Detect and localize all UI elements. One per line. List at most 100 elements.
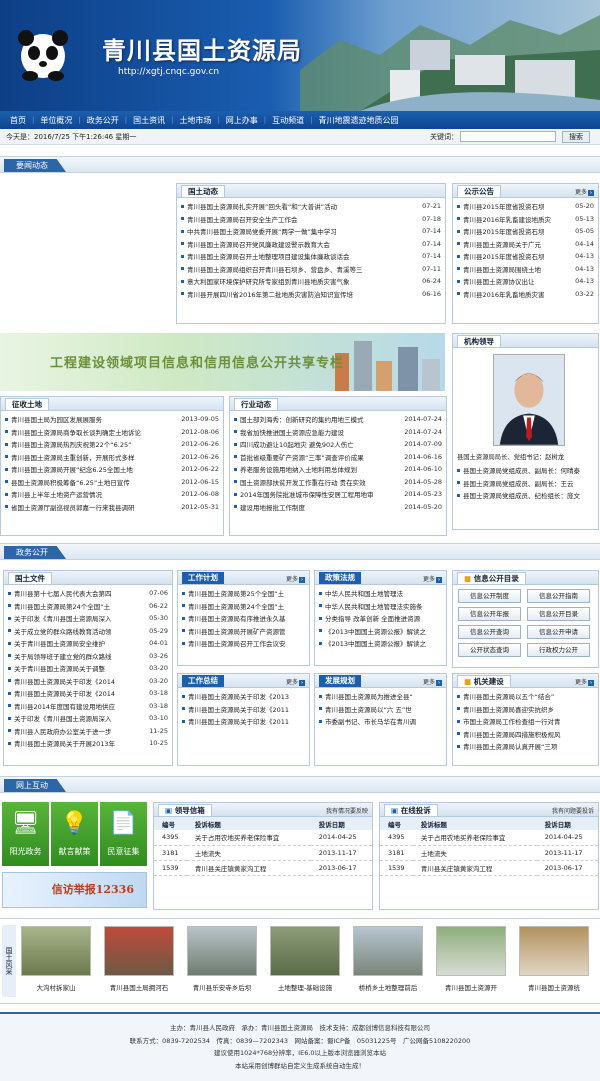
list-item[interactable]: 青川县国土资源局喜迎实抗织乡 [457, 703, 594, 716]
list-item[interactable]: 青川县国土资源局召开党风廉政建设警示教育大会 07-14 [181, 238, 441, 251]
list-item[interactable]: 青川县国土资源局主重创新，开展形式多样 2012-06-26 [5, 451, 219, 464]
notice-more-link[interactable]: 更多 › [575, 187, 594, 196]
opendir-button[interactable]: 公开状态查询 [458, 643, 521, 657]
list-item[interactable]: 青川县国土资源局开展矿产资源管 [182, 625, 305, 638]
list-item[interactable]: 县国土资源局党组成员、纪检组长：庞文 [457, 489, 596, 502]
list-item[interactable]: 《2013中国国土资源公报》解读之 [319, 637, 442, 650]
gallery-thumbnail[interactable] [104, 926, 174, 976]
list-item[interactable]: 青川县国土资源局组织召开青川县石坝乡、营盘乡、青溪等三 07-11 [181, 263, 441, 276]
develop-more-link[interactable]: 更多 › [423, 677, 442, 686]
opendir-button[interactable]: 信息公开查询 [458, 625, 521, 639]
list-item[interactable]: 青川县2015年度省投资石坝 05-20 [457, 200, 594, 213]
list-item[interactable]: 首批省级重要矿产资源“三率”调查评价成果 2014-06-16 [234, 451, 442, 464]
list-item[interactable]: 青川县国土资源局关于印发《2014 03-18 [8, 687, 168, 700]
list-item[interactable]: 青川县国土资源局扎实开展“回头看”和“大普讲”活动 07-21 [181, 200, 441, 213]
list-item[interactable]: 青川县国土资源局关于印发《2011 [182, 703, 305, 716]
list-item[interactable]: 县国土资源局党组成员、副局长：王云 [457, 477, 596, 490]
list-item[interactable]: 县国土资源局积极筹备“6.25”土地日宣传 2012-06-15 [5, 476, 219, 489]
list-item[interactable]: 青川县上半年土地资产运营情况 2012-06-08 [5, 488, 219, 501]
list-item[interactable]: 青川县国土资源局以“六 五”世 [319, 703, 442, 716]
list-item[interactable]: 关于青川县国土资源局关于调整 03-20 [8, 662, 168, 675]
tile-advice[interactable]: 💡 献言献策 [51, 802, 98, 866]
list-item[interactable]: 意大利国家环境保护研究所专家组到青川县地质灾害气象 06-24 [181, 275, 441, 288]
list-item[interactable]: 青川县国土资源局热烈庆祝第22个“6.25” 2012-06-26 [5, 438, 219, 451]
gallery-caption[interactable]: 青川县国土资源统 [516, 982, 592, 992]
project-banner[interactable]: 工程建设领域项目信息和信用信息公开共享专栏 [0, 333, 445, 391]
opendir-button[interactable]: 信息公开指南 [527, 589, 590, 603]
gallery-caption[interactable]: 大沟村拆家山 [18, 982, 94, 992]
summary-more-link[interactable]: 更多 › [286, 677, 305, 686]
list-item[interactable]: 青川县国土资源局召开土地整理项目建设集体廉政谈话会 07-14 [181, 250, 441, 263]
list-item[interactable]: 青川县国土资源局召开安全生产工作会 07-18 [181, 213, 441, 226]
nav-about[interactable]: 单位概况 [34, 115, 78, 126]
nav-interact[interactable]: 互动频道 [266, 115, 310, 126]
report-hotline-banner[interactable]: 信访举报12336 [2, 872, 147, 908]
list-item[interactable]: 市委副书记、市长马华在青川调 [319, 715, 442, 728]
gallery-thumbnail[interactable] [353, 926, 423, 976]
search-button[interactable]: 搜索 [562, 131, 590, 143]
list-item[interactable]: 2014年国务院批准城市保障性安居工程用地审 2014-05-23 [234, 488, 442, 501]
list-item[interactable]: 四川成功避让10起地灾 避免902人伤亡 2014-07-09 [234, 438, 442, 451]
list-item[interactable]: 青川县国土资源局第24个全国“土 [182, 600, 305, 613]
list-item[interactable]: 青川县国土资源局第24个全国“土 06-22 [8, 600, 168, 613]
list-item[interactable]: 县国土资源局党组成员、副局长：何晴泰 [457, 464, 596, 477]
list-item[interactable]: 我省加快推进国土资源应急能力建设 2014-07-24 [234, 426, 442, 439]
list-item[interactable]: 青川县国土资源局开展“纪念6.25全国土地 2012-06-22 [5, 463, 219, 476]
opendir-button[interactable]: 信息公开制度 [458, 589, 521, 603]
list-item[interactable]: 省国土资源厅副巡视员郭嘉一行来我县调研 2012-05-31 [5, 501, 219, 514]
list-item[interactable]: 国土资源部扶贫开发工作重在行动 贵在实效 2014-05-28 [234, 476, 442, 489]
gallery-thumbnail[interactable] [436, 926, 506, 976]
footer-line-4[interactable]: 本站采用创博群站自定义生成系统自动生成！ [0, 1060, 600, 1073]
list-item[interactable]: 青川县国土资源局第25个全国“土 [182, 587, 305, 600]
list-item[interactable]: 青川县国土资源局召开工作会议安 [182, 637, 305, 650]
list-item[interactable]: 建设用地报批工作制度 2014-05-20 [234, 501, 442, 514]
list-item[interactable]: 青川县国土资源局关于开展2013年 10-25 [8, 737, 168, 750]
list-item[interactable]: 市国土资源局工作检查组一行对青 [457, 715, 594, 728]
nav-news[interactable]: 国土资讯 [127, 115, 171, 126]
list-item[interactable]: 养老服务设施用地纳入土地利用总体规划 2014-06-10 [234, 463, 442, 476]
table-row[interactable]: 3181 土地流失 2013-11-17 [154, 845, 372, 861]
plan-more-link[interactable]: 更多 › [286, 574, 305, 583]
list-item[interactable]: 青川县国土资源局商争取长谈判确定土地诉论 2012-08-06 [5, 426, 219, 439]
gallery-caption[interactable]: 桥桥乡土地整理前后 [350, 982, 426, 992]
list-item[interactable]: 青川县国土资源局以五个“结合” [457, 690, 594, 703]
list-item[interactable]: 关于印发《青川县国土资源局深入 03-10 [8, 712, 168, 725]
tile-sunshine[interactable]: 🖥 阳光政务 [2, 802, 49, 866]
list-item[interactable]: 中共青川县国土资源局党委开展“两学一做”集中学习 07-14 [181, 225, 441, 238]
list-item[interactable]: 关于局领导班子建立党的群众路线 03-26 [8, 650, 168, 663]
gallery-caption[interactable]: 青川县国土局拥河石 [101, 982, 177, 992]
nav-market[interactable]: 土地市场 [173, 115, 217, 126]
list-item[interactable]: 青川县第十七届人民代表大会第四 07-06 [8, 587, 168, 600]
table-row[interactable]: 4395 关于占用农地买养老保险事宜 2014-04-25 [380, 830, 598, 846]
table-row[interactable]: 4395 关于占用农地买养老保险事宜 2014-04-25 [154, 830, 372, 846]
list-item[interactable]: 青川县国土资源局认真开展“三项 [457, 740, 594, 753]
policy-more-link[interactable]: 更多 › [423, 574, 442, 583]
list-item[interactable]: 青川县开展四川省2016年第二批地质灾害防治知识宣传培 06-16 [181, 288, 441, 301]
table-row[interactable]: 1539 青川县关庄镇黄家沟工程 2013-06-17 [154, 860, 372, 876]
list-item[interactable]: 青川县国土资源局关于印发《2011 [182, 715, 305, 728]
mailbox-link[interactable]: 我有情况要反映 [326, 806, 368, 815]
list-item[interactable]: 关于成立党的群众路线教育活动领 05-29 [8, 625, 168, 638]
gallery-caption[interactable]: 青川县乐安寺乡后坝 [184, 982, 260, 992]
table-row[interactable]: 3181 土地流失 2013-11-17 [380, 845, 598, 861]
opendir-button[interactable]: 信息公开目录 [527, 607, 590, 621]
gallery-thumbnail[interactable] [187, 926, 257, 976]
search-input[interactable] [460, 131, 556, 142]
list-item[interactable]: 青川县国土资源协议出让 04-13 [457, 275, 594, 288]
list-item[interactable]: 《2013中国国土资源公报》解读之 [319, 625, 442, 638]
list-item[interactable]: 青川县国土资源局四措施积极规风 [457, 728, 594, 741]
list-item[interactable]: 青川县国土局为园区发展展服务 2013-09-05 [5, 413, 219, 426]
list-item[interactable]: 青川县国土资源局为推进全县“ [319, 690, 442, 703]
list-item[interactable]: 青川县2015年度省投资石坝 04-13 [457, 250, 594, 263]
list-item[interactable]: 青川县2015年度省投资石坝 05-05 [457, 225, 594, 238]
list-item[interactable]: 国土部刘海秀：创新研究的集约用地三模式 2014-07-24 [234, 413, 442, 426]
nav-park[interactable]: 青川地震遗迹地质公园 [313, 115, 405, 126]
nav-gov[interactable]: 政务公开 [81, 115, 125, 126]
gallery-thumbnail[interactable] [519, 926, 589, 976]
tile-opinion[interactable]: 📄 民意征集 [100, 802, 147, 866]
list-item[interactable]: 关于青川县国土资源局安全维护 04-01 [8, 637, 168, 650]
gallery-caption[interactable]: 土地整理-基础设施 [267, 982, 343, 992]
list-item[interactable]: 中华人民共和国土地管理法实施条 [319, 600, 442, 613]
gallery-caption[interactable]: 青川县国土资源开 [433, 982, 509, 992]
list-item[interactable]: 青川县2014年度国有建设用地供应 03-18 [8, 700, 168, 713]
